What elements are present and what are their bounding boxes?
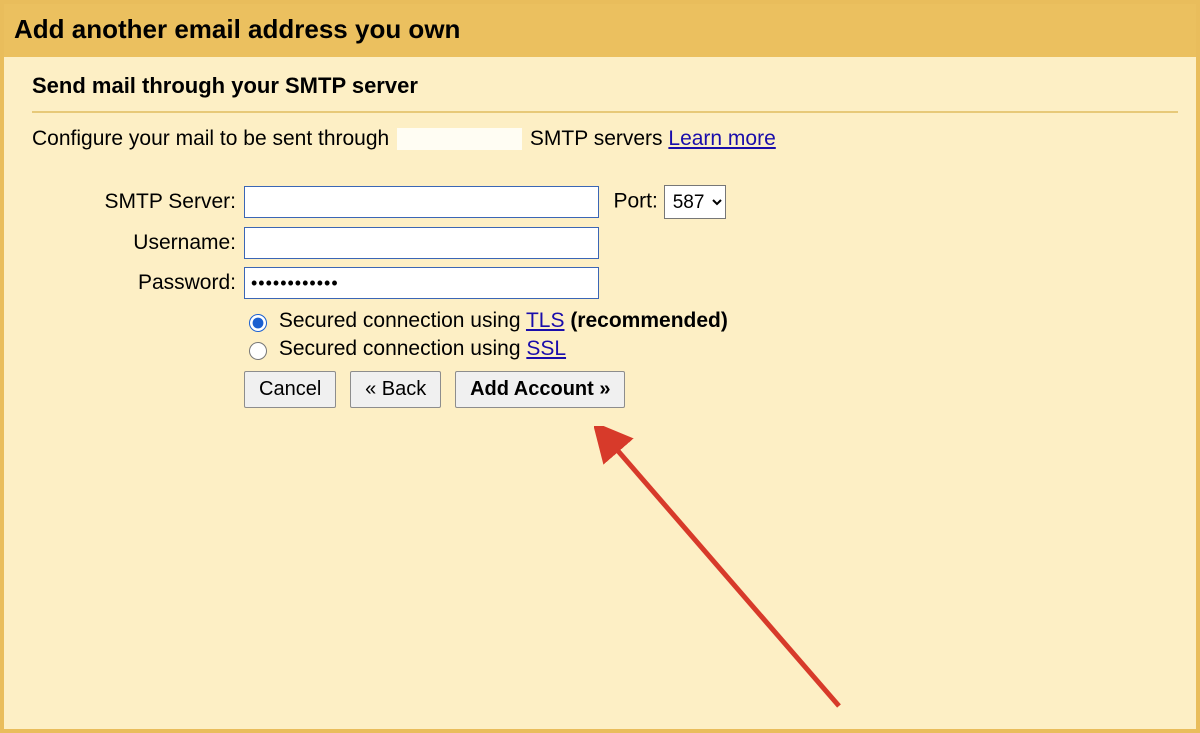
dialog-subtitle: Send mail through your SMTP server xyxy=(32,67,1178,111)
ssl-link[interactable]: SSL xyxy=(526,337,566,360)
learn-more-link[interactable]: Learn more xyxy=(668,127,775,150)
ssl-text-prefix: Secured connection using xyxy=(279,337,527,360)
separator xyxy=(32,111,1178,113)
port-select[interactable]: 587 xyxy=(664,185,726,219)
username-input[interactable] xyxy=(244,227,599,259)
intro-suffix: SMTP servers xyxy=(530,127,663,150)
add-account-button[interactable]: Add Account » xyxy=(455,371,625,408)
username-label: Username: xyxy=(32,223,240,263)
tls-radio-row[interactable]: Secured connection using TLS (recommende… xyxy=(244,307,728,335)
back-button[interactable]: « Back xyxy=(350,371,441,408)
tls-recommended: (recommended) xyxy=(564,309,727,332)
smtp-form: SMTP Server: Port: 587 Username: Pas xyxy=(32,181,732,412)
password-label: Password: xyxy=(32,263,240,303)
intro-prefix: Configure your mail to be sent through xyxy=(32,127,389,150)
intro-text: Configure your mail to be sent through S… xyxy=(32,127,1178,181)
ssl-radio[interactable] xyxy=(249,342,267,360)
smtp-label: SMTP Server: xyxy=(32,181,240,223)
dialog-title: Add another email address you own xyxy=(4,4,1196,57)
dialog-window: Add another email address you own Send m… xyxy=(0,0,1200,733)
dialog-content: Send mail through your SMTP server Confi… xyxy=(4,57,1196,412)
port-label: Port: xyxy=(614,190,658,213)
cancel-button[interactable]: Cancel xyxy=(244,371,336,408)
redacted-domain xyxy=(397,128,522,150)
tls-link[interactable]: TLS xyxy=(526,309,565,332)
annotation-arrow-icon xyxy=(594,426,874,726)
smtp-server-input[interactable] xyxy=(244,186,599,218)
ssl-radio-row[interactable]: Secured connection using SSL xyxy=(244,335,728,363)
tls-radio[interactable] xyxy=(249,314,267,332)
password-input[interactable] xyxy=(244,267,599,299)
tls-text-prefix: Secured connection using xyxy=(279,309,526,332)
